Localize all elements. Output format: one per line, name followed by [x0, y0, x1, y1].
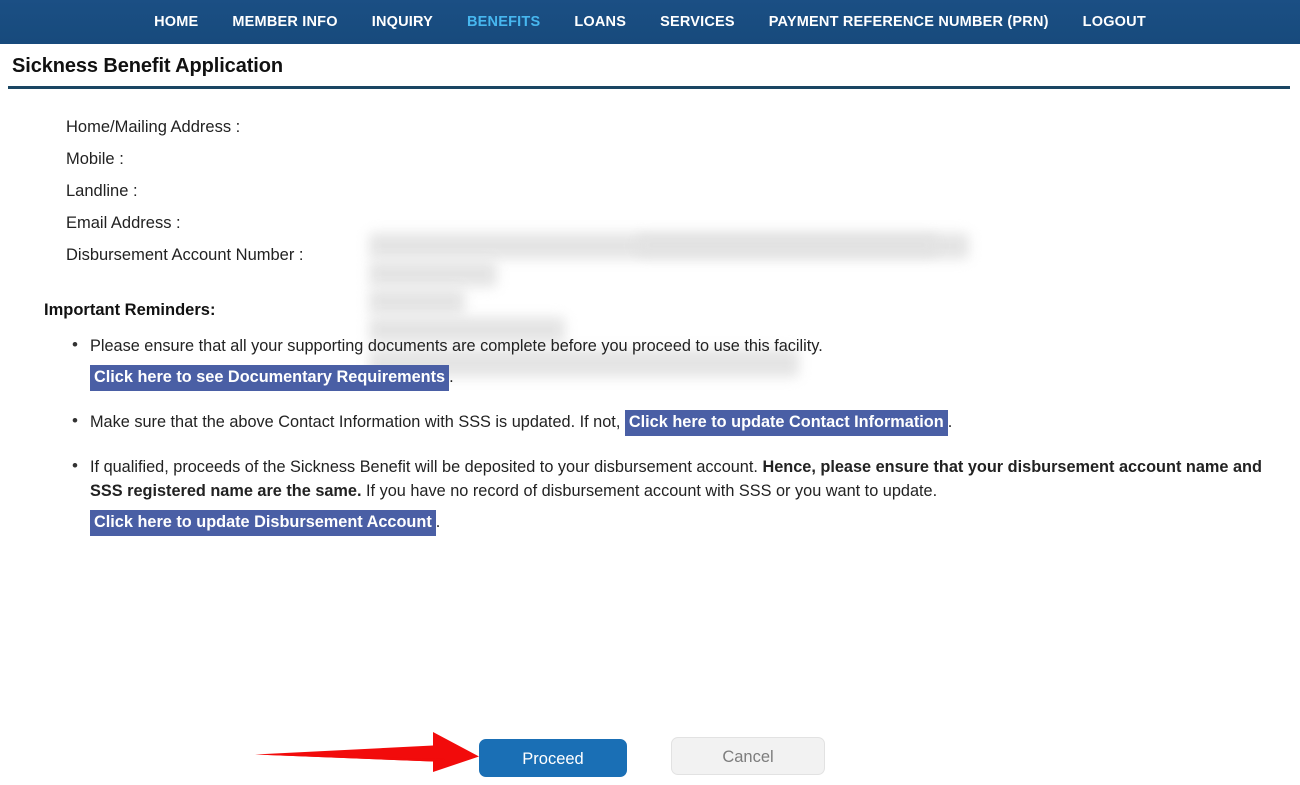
reminders-heading: Important Reminders: — [44, 301, 216, 319]
label-disbursement-account-number: Disbursement Account Number : — [66, 246, 304, 264]
label-home-mailing-address: Home/Mailing Address : — [66, 118, 241, 136]
nav-item-inquiry[interactable]: INQUIRY — [355, 0, 450, 44]
table-row: Disbursement Account Number : — [66, 239, 334, 271]
reminder-1-period: . — [449, 368, 454, 386]
reminder-1-line2: Click here to see Documentary Requiremen… — [90, 365, 1280, 391]
reminder-3-text: If qualified, proceeds of the Sickness B… — [90, 458, 758, 476]
annotation-arrow-icon — [255, 725, 490, 780]
page-title: Sickness Benefit Application — [12, 55, 283, 77]
table-row: Landline : — [66, 175, 334, 207]
table-row: Home/Mailing Address : — [66, 111, 334, 143]
reminder-3-text-middle: If you have no record of disbursement ac… — [366, 482, 938, 500]
table-row: Mobile : — [66, 143, 334, 175]
label-email-address: Email Address : — [66, 214, 181, 232]
list-item: If qualified, proceeds of the Sickness B… — [68, 454, 1280, 536]
nav-item-payment-reference-number[interactable]: PAYMENT REFERENCE NUMBER (PRN) — [752, 0, 1066, 44]
nav-item-benefits[interactable]: BENEFITS — [450, 0, 557, 44]
reminder-3-period: . — [435, 513, 441, 531]
update-contact-information-link[interactable]: Click here to update Contact Information — [624, 410, 948, 436]
nav-item-logout[interactable]: LOGOUT — [1066, 0, 1163, 44]
page-header: Sickness Benefit Application — [0, 44, 1300, 89]
main-content: Home/Mailing Address : Mobile : Landline… — [0, 111, 1300, 777]
reminders-list: Please ensure that all your supporting d… — [0, 333, 1300, 536]
reminder-2-period: . — [947, 413, 953, 431]
reminder-3-line3: Click here to update Disbursement Accoun… — [90, 510, 1280, 536]
label-landline: Landline : — [66, 182, 138, 200]
proceed-button[interactable]: Proceed — [479, 739, 627, 777]
cancel-button[interactable]: Cancel — [671, 737, 825, 775]
nav-item-loans[interactable]: LOANS — [557, 0, 643, 44]
label-mobile: Mobile : — [66, 150, 124, 168]
nav-item-services[interactable]: SERVICES — [643, 0, 752, 44]
reminder-1-text: Please ensure that all your supporting d… — [90, 337, 823, 355]
title-divider — [8, 86, 1290, 89]
contact-information-table: Home/Mailing Address : Mobile : Landline… — [66, 111, 334, 271]
list-item: Make sure that the above Contact Informa… — [68, 409, 1280, 436]
documentary-requirements-link[interactable]: Click here to see Documentary Requiremen… — [90, 365, 450, 391]
reminder-2-text: Make sure that the above Contact Informa… — [90, 413, 621, 431]
main-navigation: HOME MEMBER INFO INQUIRY BENEFITS LOANS … — [0, 0, 1300, 44]
nav-item-home[interactable]: HOME — [137, 0, 215, 44]
list-item: Please ensure that all your supporting d… — [68, 333, 1280, 391]
nav-item-member-info[interactable]: MEMBER INFO — [215, 0, 354, 44]
table-row: Email Address : — [66, 207, 334, 239]
update-disbursement-account-link[interactable]: Click here to update Disbursement Accoun… — [90, 510, 436, 536]
